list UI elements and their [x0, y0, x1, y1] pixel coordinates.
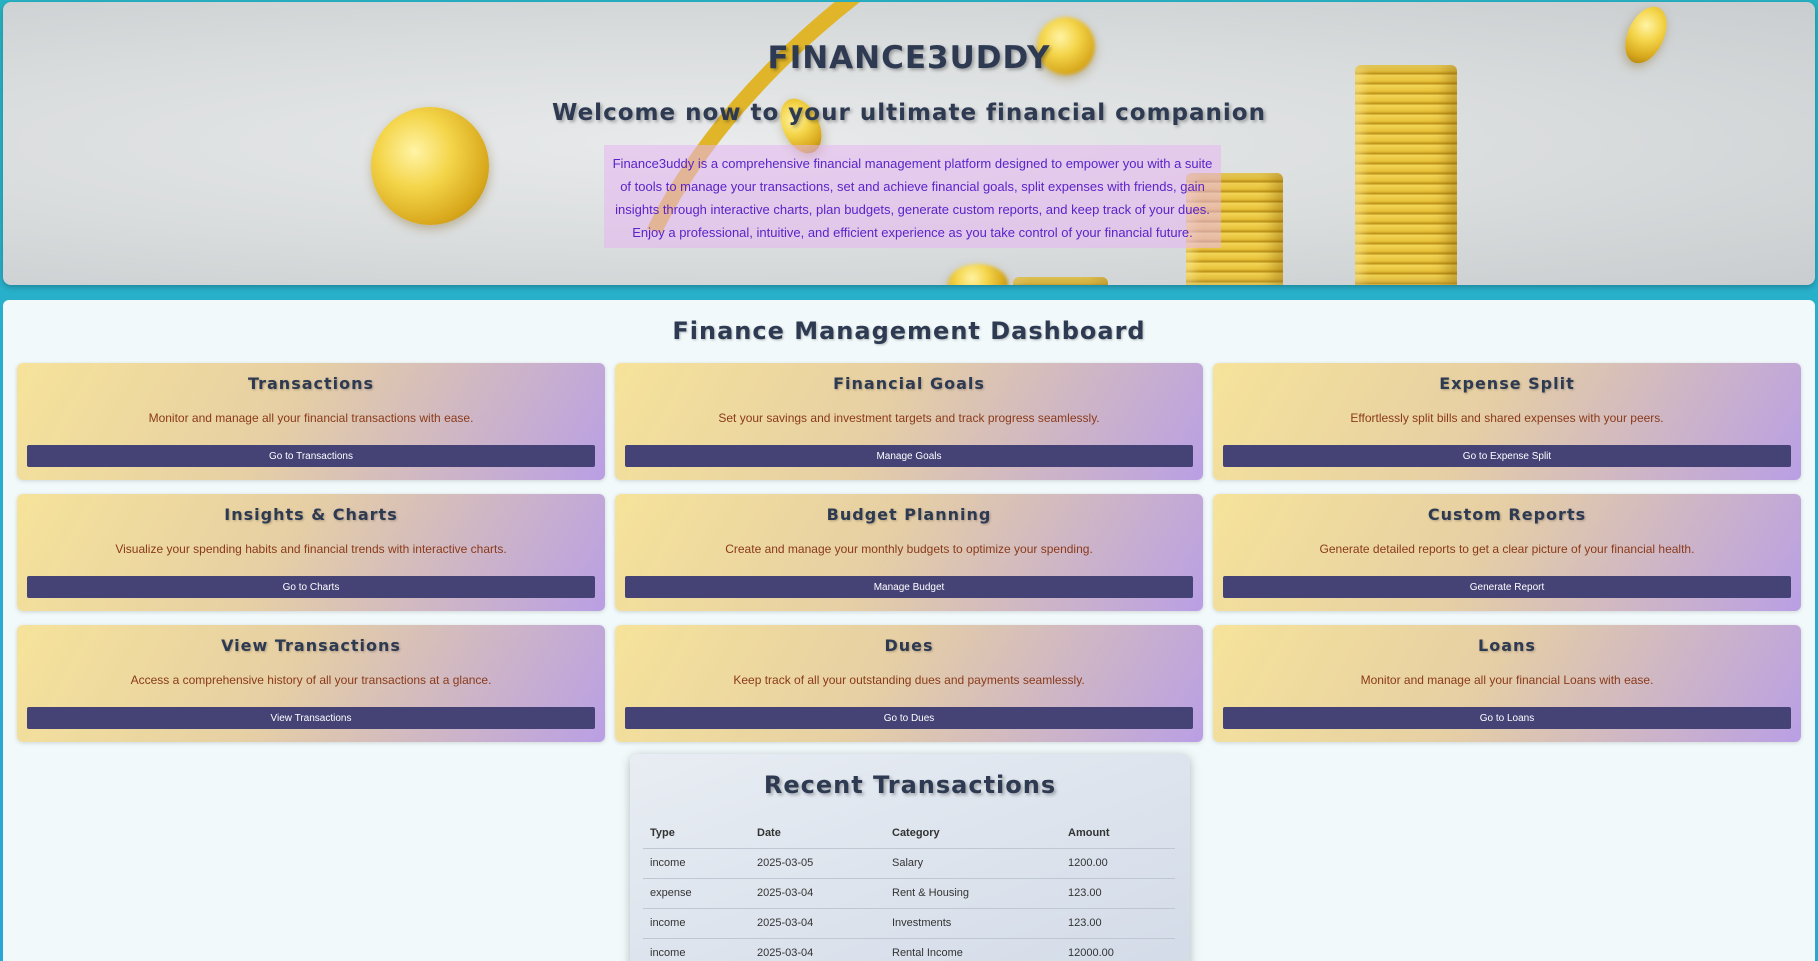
card-description: Create and manage your monthly budgets t…	[725, 542, 1093, 556]
recent-transactions-panel: Recent Transactions Type Date Category A…	[630, 754, 1190, 961]
column-header-amount: Amount	[1061, 818, 1175, 849]
card-transactions: Transactions Monitor and manage all your…	[17, 363, 605, 480]
cell-date: 2025-03-04	[750, 908, 885, 939]
manage-budget-button[interactable]: Manage Budget	[625, 576, 1193, 598]
coin-stack-icon	[1013, 277, 1108, 285]
card-description: Keep track of all your outstanding dues …	[733, 673, 1085, 687]
card-custom-reports: Custom Reports Generate detailed reports…	[1213, 494, 1801, 611]
hero-banner: FINANCE3UDDY Welcome now to your ultimat…	[3, 2, 1815, 285]
cell-date: 2025-03-04	[750, 938, 885, 961]
card-title: Expense Split	[1439, 374, 1575, 393]
column-header-type: Type	[643, 818, 750, 849]
cell-category: Rental Income	[885, 938, 1061, 961]
card-description: Set your savings and investment targets …	[718, 411, 1100, 425]
card-loans: Loans Monitor and manage all your financ…	[1213, 625, 1801, 742]
generate-report-button[interactable]: Generate Report	[1223, 576, 1791, 598]
card-title: Dues	[884, 636, 934, 655]
card-description: Monitor and manage all your financial tr…	[148, 411, 474, 425]
card-description: Monitor and manage all your financial Lo…	[1360, 673, 1654, 687]
view-transactions-button[interactable]: View Transactions	[27, 707, 595, 729]
table-row: income 2025-03-04 Rental Income 12000.00	[643, 938, 1175, 961]
hero-subtitle: Welcome now to your ultimate financial c…	[552, 100, 1266, 126]
table-row: expense 2025-03-04 Rent & Housing 123.00	[643, 878, 1175, 909]
go-to-charts-button[interactable]: Go to Charts	[27, 576, 595, 598]
cell-type: income	[643, 908, 750, 939]
card-title: Loans	[1478, 636, 1536, 655]
card-insights-charts: Insights & Charts Visualize your spendin…	[17, 494, 605, 611]
card-financial-goals: Financial Goals Set your savings and inv…	[615, 363, 1203, 480]
cell-amount: 1200.00	[1061, 848, 1175, 879]
app-title: FINANCE3UDDY	[767, 40, 1051, 76]
card-description: Effortlessly split bills and shared expe…	[1350, 411, 1664, 425]
dashboard-card-grid: Transactions Monitor and manage all your…	[17, 363, 1802, 742]
manage-goals-button[interactable]: Manage Goals	[625, 445, 1193, 467]
cell-amount: 123.00	[1061, 878, 1175, 909]
card-budget-planning: Budget Planning Create and manage your m…	[615, 494, 1203, 611]
card-description: Access a comprehensive history of all yo…	[130, 673, 492, 687]
recent-transactions-title: Recent Transactions	[763, 771, 1057, 799]
go-to-transactions-button[interactable]: Go to Transactions	[27, 445, 595, 467]
card-title: Insights & Charts	[224, 505, 398, 524]
cell-date: 2025-03-04	[750, 878, 885, 909]
recent-transactions-table: Type Date Category Amount income 2025-03…	[643, 818, 1175, 961]
card-view-transactions: View Transactions Access a comprehensive…	[17, 625, 605, 742]
go-to-loans-button[interactable]: Go to Loans	[1223, 707, 1791, 729]
cell-category: Rent & Housing	[885, 878, 1061, 909]
go-to-expense-split-button[interactable]: Go to Expense Split	[1223, 445, 1791, 467]
cell-category: Salary	[885, 848, 1061, 879]
dashboard-title: Finance Management Dashboard	[672, 317, 1146, 345]
card-title: Custom Reports	[1427, 505, 1587, 524]
card-title: Budget Planning	[826, 505, 992, 524]
cell-type: expense	[643, 878, 750, 909]
cell-amount: 123.00	[1061, 908, 1175, 939]
dashboard-section: Finance Management Dashboard Transaction…	[3, 300, 1815, 961]
card-description: Visualize your spending habits and finan…	[115, 542, 507, 556]
card-description: Generate detailed reports to get a clear…	[1319, 542, 1695, 556]
cell-date: 2025-03-05	[750, 848, 885, 879]
hero-description: Finance3uddy is a comprehensive financia…	[604, 145, 1221, 248]
cell-type: income	[643, 938, 750, 961]
cell-amount: 12000.00	[1061, 938, 1175, 961]
cell-type: income	[643, 848, 750, 879]
card-title: Transactions	[247, 374, 375, 393]
card-dues: Dues Keep track of all your outstanding …	[615, 625, 1203, 742]
table-row: income 2025-03-04 Investments 123.00	[643, 908, 1175, 939]
card-expense-split: Expense Split Effortlessly split bills a…	[1213, 363, 1801, 480]
card-title: View Transactions	[221, 636, 401, 655]
cell-category: Investments	[885, 908, 1061, 939]
go-to-dues-button[interactable]: Go to Dues	[625, 707, 1193, 729]
column-header-date: Date	[750, 818, 885, 849]
table-row: income 2025-03-05 Salary 1200.00	[643, 848, 1175, 879]
column-header-category: Category	[885, 818, 1061, 849]
card-title: Financial Goals	[833, 374, 985, 393]
coin-stack-icon	[1355, 65, 1457, 285]
table-header-row: Type Date Category Amount	[643, 818, 1175, 849]
